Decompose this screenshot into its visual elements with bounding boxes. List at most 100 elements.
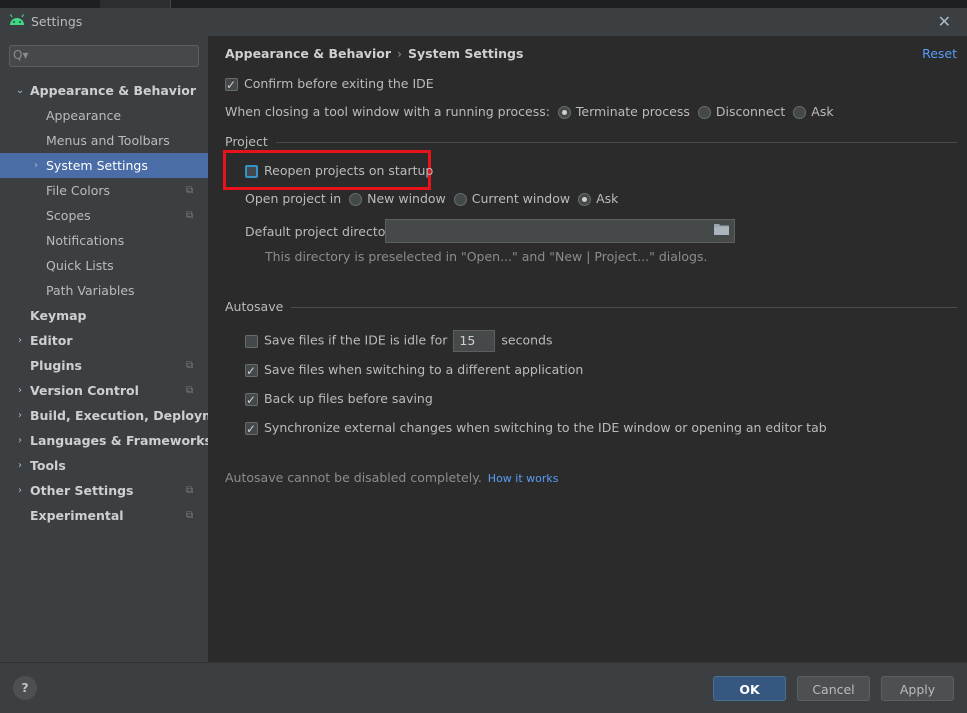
confirm-exit-label: Confirm before exiting the IDE bbox=[244, 76, 434, 91]
sidebar-item-other-settings[interactable]: › Other Settings ⧉ bbox=[0, 478, 208, 503]
settings-content: Appearance & Behavior › System Settings Re… bbox=[208, 36, 967, 662]
sidebar-item-version-control[interactable]: › Version Control ⧉ bbox=[0, 378, 208, 403]
title-bar: Settings ✕ bbox=[0, 8, 967, 36]
cancel-button[interactable]: Cancel bbox=[797, 676, 870, 701]
folder-icon[interactable] bbox=[714, 223, 729, 235]
chevron-right-icon: › bbox=[18, 385, 22, 396]
close-icon[interactable]: ✕ bbox=[938, 12, 951, 31]
idle-save-option: Save files if the IDE is idle for 15 secon… bbox=[245, 330, 553, 352]
ask-window-radio[interactable] bbox=[578, 193, 592, 206]
save-on-switch-option[interactable]: Save files when switching to a different… bbox=[245, 360, 584, 381]
project-scope-icon: ⧉ bbox=[186, 385, 194, 396]
chevron-right-icon: › bbox=[18, 335, 22, 346]
chevron-right-icon: › bbox=[18, 485, 22, 496]
help-button[interactable]: ? bbox=[13, 676, 37, 700]
sync-option[interactable]: Synchronize external changes when switch… bbox=[245, 418, 827, 439]
chevron-right-icon: › bbox=[34, 160, 38, 171]
sidebar-item-quick-lists[interactable]: Quick Lists bbox=[0, 253, 208, 278]
sidebar-item-file-colors[interactable]: File Colors ⧉ bbox=[0, 178, 208, 203]
autosave-note: Autosave cannot be disabled completely. H… bbox=[225, 470, 559, 485]
default-directory-label: Default project directory: bbox=[245, 224, 402, 239]
directory-hint: This directory is preselected in "Open..… bbox=[265, 249, 708, 264]
search-icon: Q▾ bbox=[13, 48, 29, 62]
idle-save-label: Save files if the IDE is idle for bbox=[264, 332, 448, 348]
sidebar-item-plugins[interactable]: Plugins ⧉ bbox=[0, 353, 208, 378]
terminate-process-label: Terminate process bbox=[575, 104, 690, 119]
sidebar-item-keymap[interactable]: Keymap bbox=[0, 303, 208, 328]
project-section-title: Project bbox=[225, 134, 276, 149]
breadcrumb-parent[interactable]: Appearance & Behavior bbox=[225, 46, 391, 61]
backup-label: Back up files before saving bbox=[264, 391, 433, 406]
idle-save-checkbox[interactable] bbox=[245, 334, 258, 348]
reopen-projects-checkbox[interactable] bbox=[245, 165, 258, 178]
chevron-right-icon: › bbox=[18, 460, 22, 471]
backup-checkbox[interactable] bbox=[245, 390, 258, 410]
top-strip bbox=[0, 0, 967, 8]
sidebar-item-editor[interactable]: › Editor bbox=[0, 328, 208, 353]
dialog-footer: ? OK Cancel Apply bbox=[0, 662, 967, 713]
android-icon bbox=[9, 14, 25, 25]
sidebar-item-tools[interactable]: › Tools bbox=[0, 453, 208, 478]
open-project-in-row: Open project in New window Current windo… bbox=[245, 189, 618, 209]
project-scope-icon: ⧉ bbox=[186, 485, 194, 496]
project-scope-icon: ⧉ bbox=[186, 210, 194, 221]
terminate-process-radio[interactable] bbox=[557, 106, 571, 119]
sidebar-item-menus-toolbars[interactable]: Menus and Toolbars bbox=[0, 128, 208, 153]
sidebar-item-system-settings[interactable]: › System Settings bbox=[0, 153, 208, 178]
window-title: Settings bbox=[31, 14, 83, 29]
breadcrumb: Appearance & Behavior › System Settings bbox=[225, 46, 523, 61]
ask-window-label: Ask bbox=[596, 191, 619, 206]
save-on-switch-label: Save files when switching to a different… bbox=[264, 362, 584, 377]
current-window-radio[interactable] bbox=[453, 193, 467, 206]
autosave-section: Autosave bbox=[225, 299, 957, 315]
project-scope-icon: ⧉ bbox=[186, 185, 194, 196]
sidebar-item-scopes[interactable]: Scopes ⧉ bbox=[0, 203, 208, 228]
ask-radio[interactable] bbox=[793, 106, 807, 119]
project-section: Project bbox=[225, 134, 957, 150]
sidebar-item-appearance[interactable]: Appearance bbox=[0, 103, 208, 128]
confirm-exit-option[interactable]: Confirm before exiting the IDE bbox=[225, 74, 434, 95]
disconnect-label: Disconnect bbox=[715, 104, 786, 119]
ask-label: Ask bbox=[811, 104, 834, 119]
breadcrumb-separator-icon: › bbox=[397, 46, 402, 61]
new-window-radio[interactable] bbox=[349, 193, 363, 206]
reopen-projects-label: Reopen projects on startup bbox=[264, 163, 434, 178]
confirm-exit-checkbox[interactable] bbox=[225, 75, 238, 95]
sync-checkbox[interactable] bbox=[245, 419, 258, 439]
project-scope-icon: ⧉ bbox=[186, 510, 194, 521]
settings-sidebar: Q▾ ⌄ Appearance & Behavior Appearance Men… bbox=[0, 36, 238, 662]
autosave-section-title: Autosave bbox=[225, 299, 292, 314]
chevron-down-icon: ⌄ bbox=[15, 85, 25, 96]
section-divider bbox=[225, 307, 957, 308]
sidebar-item-build-execution[interactable]: › Build, Execution, Deployment bbox=[0, 403, 238, 428]
sidebar-item-experimental[interactable]: Experimental ⧉ bbox=[0, 503, 208, 528]
breadcrumb-current: System Settings bbox=[408, 46, 524, 61]
closing-process-label: When closing a tool window with a runnin… bbox=[225, 104, 550, 119]
sidebar-item-appearance-behavior[interactable]: ⌄ Appearance & Behavior bbox=[0, 78, 208, 103]
how-it-works-link[interactable]: How it works bbox=[488, 472, 559, 485]
save-on-switch-checkbox[interactable] bbox=[245, 361, 258, 381]
sidebar-item-notifications[interactable]: Notifications bbox=[0, 228, 208, 253]
apply-button[interactable]: Apply bbox=[881, 676, 954, 701]
chevron-right-icon: › bbox=[18, 435, 22, 446]
sidebar-item-languages-frameworks[interactable]: › Languages & Frameworks bbox=[0, 428, 212, 453]
search-input[interactable]: Q▾ bbox=[9, 45, 199, 67]
idle-seconds-unit: seconds bbox=[501, 332, 553, 348]
section-divider bbox=[225, 142, 957, 143]
backup-option[interactable]: Back up files before saving bbox=[245, 389, 433, 410]
chevron-right-icon: › bbox=[18, 410, 22, 421]
project-scope-icon: ⧉ bbox=[186, 360, 194, 371]
open-project-in-label: Open project in bbox=[245, 191, 342, 206]
settings-tree: ⌄ Appearance & Behavior Appearance Menus … bbox=[0, 78, 238, 528]
idle-seconds-input[interactable]: 15 bbox=[453, 330, 496, 352]
current-window-label: Current window bbox=[471, 191, 571, 206]
disconnect-radio[interactable] bbox=[697, 106, 711, 119]
sidebar-item-path-variables[interactable]: Path Variables bbox=[0, 278, 208, 303]
autosave-note-text: Autosave cannot be disabled completely. bbox=[225, 470, 482, 485]
ok-button[interactable]: OK bbox=[713, 676, 786, 701]
closing-process-row: When closing a tool window with a runnin… bbox=[225, 102, 834, 122]
default-directory-field[interactable] bbox=[385, 219, 735, 243]
reopen-projects-option[interactable]: Reopen projects on startup bbox=[245, 161, 433, 181]
reset-link[interactable]: Reset bbox=[922, 46, 957, 61]
new-window-label: New window bbox=[367, 191, 446, 206]
